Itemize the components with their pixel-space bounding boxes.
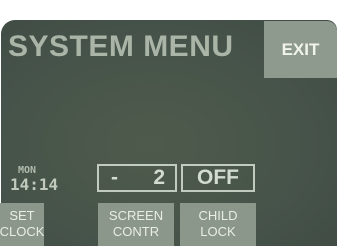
device-screen: SYSTEM MENU EXIT MON 14:14 - 2 OFF SET C… xyxy=(0,0,340,246)
child-lock-label-line1: CHILD xyxy=(198,208,238,223)
child-lock-state: OFF xyxy=(197,166,239,189)
screen-contrast-label-line2: CONTR xyxy=(112,224,160,239)
contrast-value: 2 xyxy=(153,166,165,189)
child-lock-value-box: OFF xyxy=(181,164,255,192)
child-lock-label-line2: LOCK xyxy=(200,224,236,239)
screen-contrast-button[interactable]: SCREEN CONTR xyxy=(98,203,174,246)
set-clock-label-line2: CLOCK xyxy=(0,224,45,239)
contrast-sign: - xyxy=(111,166,118,189)
clock-time: 14:14 xyxy=(10,175,59,194)
screen-contrast-label-line1: SCREEN xyxy=(108,208,164,223)
contrast-value-box: - 2 xyxy=(97,164,177,192)
set-clock-label-line1: SET xyxy=(9,208,35,223)
exit-button[interactable]: EXIT xyxy=(264,21,337,78)
set-clock-button[interactable]: SET CLOCK xyxy=(0,203,44,246)
menu-title: SYSTEM MENU xyxy=(8,30,234,63)
child-lock-button[interactable]: CHILD LOCK xyxy=(180,203,256,246)
